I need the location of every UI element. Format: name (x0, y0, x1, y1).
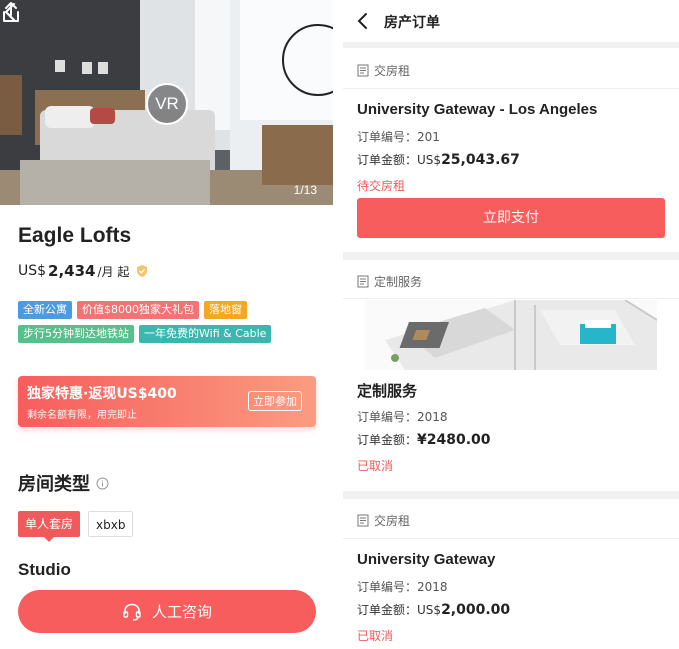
order-amount: 订单金额：US$2,000.00 (357, 601, 510, 618)
orders-topbar: 房产订单 (343, 0, 679, 42)
room-tab-single-suite[interactable]: 单人套房 (18, 511, 81, 542)
order-status: 已取消 (357, 629, 394, 643)
divider (343, 538, 679, 539)
divider (343, 298, 679, 299)
feature-tags: 全新公寓 价值$8000独家大礼包 落地窗 步行5分钟到达地铁站 一年免费的Wifi … (18, 301, 318, 349)
order-number-label: 订单编号： (357, 410, 418, 424)
floorplan-image[interactable] (365, 300, 657, 370)
price-currency: US$ (18, 263, 47, 279)
order-section-label: 交房租 (374, 514, 411, 528)
order-doc-icon (357, 514, 369, 527)
verified-shield-icon (137, 265, 148, 277)
room-name: Studio (18, 560, 71, 579)
section-gap (343, 491, 679, 499)
order-title[interactable]: 定制服务 (357, 380, 417, 401)
listing-detail-screen: VR 1/13 Eagle Lofts US$ 2,434 /月 起 全新公寓价… (0, 0, 333, 649)
order-number: 订单编号：201 (357, 128, 440, 145)
section-gap (343, 42, 679, 48)
order-amount-label: 订单金额： (357, 153, 418, 167)
order-title[interactable]: University Gateway - Los Angeles (357, 101, 597, 118)
order-amount: 订单金额：¥2480.00 (357, 431, 491, 448)
order-section-header: 定制服务 (357, 273, 422, 290)
feature-tag: 全新公寓 (18, 301, 72, 319)
page-title: 房产订单 (384, 15, 440, 31)
price-unit: /月 起 (97, 264, 130, 279)
promo-banner[interactable]: 独家特惠·返现US$400 剩余名额有限，用完即止 立即参加 (18, 376, 316, 427)
order-amount-label: 订单金额： (357, 603, 418, 617)
room-type-tabs: 单人套房 xbxb (18, 511, 134, 542)
order-amount: 订单金额：US$25,043.67 (357, 151, 520, 168)
order-currency: US$ (417, 153, 442, 167)
promo-subtitle: 剩余名额有限，用完即止 (27, 410, 137, 421)
order-status: 已取消 (357, 459, 394, 473)
order-amount-label: 订单金额： (357, 433, 418, 447)
info-icon[interactable] (96, 477, 109, 490)
room-type-heading-text: 房间类型 (18, 474, 90, 495)
price-amount: 2,434 (48, 262, 96, 280)
section-gap (343, 252, 679, 260)
order-section-label: 定制服务 (374, 275, 423, 289)
feature-tags-row-1: 全新公寓 价值$8000独家大礼包 落地窗 (18, 301, 318, 319)
share-icon[interactable] (0, 0, 22, 24)
order-section-label: 交房租 (374, 64, 411, 78)
promo-join-button[interactable]: 立即参加 (248, 391, 302, 411)
order-title[interactable]: University Gateway (357, 551, 495, 568)
pay-now-button[interactable]: 立即支付 (357, 198, 665, 238)
order-number: 订单编号：2018 (357, 408, 448, 425)
order-status: 待交房租 (357, 179, 406, 193)
price-row: US$ 2,434 /月 起 (18, 262, 149, 280)
consult-button[interactable]: 人工咨询 (18, 590, 316, 633)
room-type-heading: 房间类型 (18, 470, 109, 496)
order-number: 订单编号：2018 (357, 578, 448, 595)
order-section-header: 交房租 (357, 512, 410, 529)
consult-button-label: 人工咨询 (151, 603, 212, 621)
room-tab-xbxb[interactable]: xbxb (88, 511, 134, 537)
order-doc-icon (357, 275, 369, 288)
order-doc-icon (357, 64, 369, 77)
feature-tag: 步行5分钟到达地铁站 (18, 325, 134, 343)
headset-icon (123, 603, 141, 621)
order-number-value: 2018 (417, 410, 448, 424)
order-currency: US$ (417, 603, 442, 617)
feature-tag: 价值$8000独家大礼包 (77, 301, 199, 319)
promo-title: 独家特惠·返现US$400 (27, 386, 177, 402)
order-amount-value: 2,000.00 (441, 602, 511, 618)
vr-tour-button[interactable]: VR (146, 83, 188, 125)
order-amount-value: 2480.00 (426, 432, 491, 448)
order-section-header: 交房租 (357, 62, 410, 79)
order-currency: ¥ (417, 432, 427, 448)
listing-photo[interactable]: VR 1/13 (0, 0, 333, 205)
feature-tags-row-2: 步行5分钟到达地铁站 一年免费的Wifi & Cable (18, 325, 318, 343)
feature-tag: 落地窗 (204, 301, 247, 319)
order-number-label: 订单编号： (357, 580, 418, 594)
feature-tag: 一年免费的Wifi & Cable (139, 325, 272, 343)
screenshot-root: VR 1/13 Eagle Lofts US$ 2,434 /月 起 全新公寓价… (0, 0, 679, 649)
listing-title: Eagle Lofts (18, 224, 132, 247)
property-orders-screen: 房产订单 交房租 University Gateway - Los Angele… (343, 0, 679, 649)
order-number-label: 订单编号： (357, 130, 418, 144)
order-number-value: 2018 (417, 580, 448, 594)
divider (343, 88, 679, 89)
order-number-value: 201 (417, 130, 440, 144)
back-arrow-icon[interactable] (355, 11, 369, 31)
order-amount-value: 25,043.67 (441, 152, 520, 168)
photo-counter: 1/13 (293, 183, 317, 197)
